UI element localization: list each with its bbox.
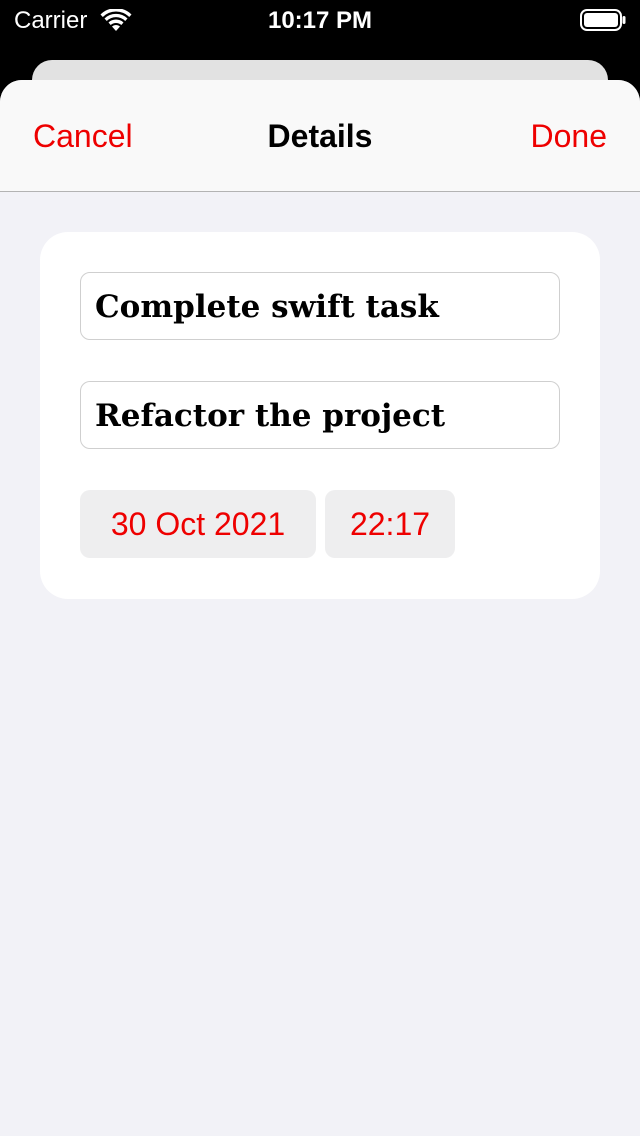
date-picker-button[interactable]: 30 Oct 2021 bbox=[80, 490, 316, 558]
status-time: 10:17 PM bbox=[267, 7, 373, 34]
battery-icon bbox=[580, 9, 626, 31]
done-button[interactable]: Done bbox=[531, 116, 608, 156]
status-bar: Carrier 10:17 PM bbox=[0, 0, 640, 40]
details-sheet: Cancel Details Done Complete swift task … bbox=[0, 80, 640, 1136]
task-notes-field[interactable]: Refactor the project bbox=[80, 381, 560, 449]
time-picker-button[interactable]: 22:17 bbox=[325, 490, 455, 558]
navigation-bar: Cancel Details Done bbox=[0, 80, 640, 192]
screen: Carrier 10:17 PM Cancel Details Done Com… bbox=[0, 0, 640, 1136]
task-title-value: Complete swift task bbox=[95, 289, 439, 325]
task-title-field[interactable]: Complete swift task bbox=[80, 272, 560, 340]
details-card: Complete swift task Refactor the project… bbox=[40, 232, 600, 599]
task-notes-value: Refactor the project bbox=[95, 398, 446, 434]
